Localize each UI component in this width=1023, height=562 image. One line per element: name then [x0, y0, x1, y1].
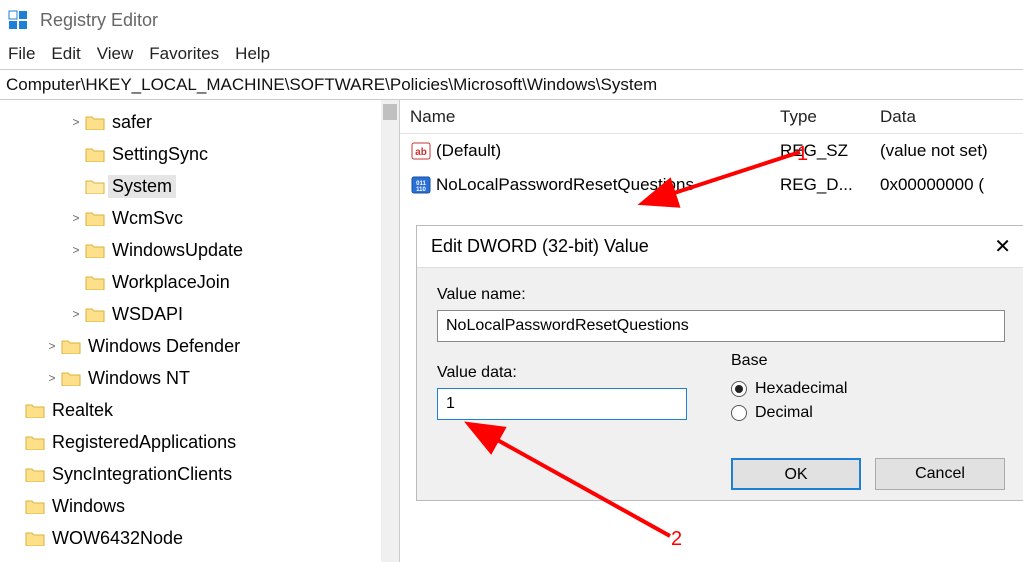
menu-file[interactable]: File — [8, 44, 35, 63]
tree-row[interactable]: > WindowsUpdate — [0, 234, 399, 266]
radio-hex-label: Hexadecimal — [755, 380, 847, 398]
base-legend: Base — [727, 352, 771, 370]
folder-icon — [24, 497, 46, 515]
app-title: Registry Editor — [40, 10, 158, 31]
tree-row[interactable]: > WSDAPI — [0, 298, 399, 330]
cancel-button[interactable]: Cancel — [875, 458, 1005, 490]
tree-row[interactable]: Windows — [0, 490, 399, 522]
folder-icon — [84, 177, 106, 195]
tree-label: WorkplaceJoin — [112, 272, 230, 293]
edit-dword-dialog: Edit DWORD (32-bit) Value ✕ Value name: … — [416, 225, 1023, 501]
tree-label: RegisteredApplications — [52, 432, 236, 453]
value-type: REG_D... — [770, 175, 870, 195]
dialog-title: Edit DWORD (32-bit) Value — [431, 236, 649, 257]
list-row[interactable]: 011 110 NoLocalPasswordResetQuestions REG… — [400, 168, 1023, 202]
value-name-label: Value name: — [437, 286, 1005, 304]
folder-icon — [84, 113, 106, 131]
menu-favorites[interactable]: Favorites — [149, 44, 219, 63]
tree-caret-icon[interactable]: > — [68, 307, 84, 321]
value-name: (Default) — [436, 141, 501, 161]
tree-row[interactable]: System — [0, 170, 399, 202]
menu-edit[interactable]: Edit — [51, 44, 80, 63]
col-data[interactable]: Data — [870, 100, 1023, 133]
tree-label: Windows NT — [88, 368, 190, 389]
radio-dec-circle — [731, 405, 747, 421]
tree-label: Realtek — [52, 400, 113, 421]
close-icon[interactable]: ✕ — [994, 234, 1011, 259]
tree-row[interactable]: > safer — [0, 106, 399, 138]
tree-scrollbar[interactable] — [381, 100, 399, 562]
list-row[interactable]: ab (Default) REG_SZ(value not set) — [400, 134, 1023, 168]
app-icon — [8, 10, 28, 30]
folder-icon — [24, 465, 46, 483]
col-type[interactable]: Type — [770, 100, 870, 133]
tree-label: System — [108, 175, 176, 198]
value-name: NoLocalPasswordResetQuestions — [436, 175, 694, 195]
tree-row[interactable]: > WcmSvc — [0, 202, 399, 234]
list-header: Name Type Data — [400, 100, 1023, 134]
folder-icon — [84, 209, 106, 227]
tree-label: Windows — [52, 496, 125, 517]
tree-row[interactable]: > Windows Defender — [0, 330, 399, 362]
value-name-field[interactable] — [437, 310, 1005, 342]
tree-row[interactable]: WorkplaceJoin — [0, 266, 399, 298]
folder-icon — [84, 145, 106, 163]
folder-icon — [24, 401, 46, 419]
radio-dec-label: Decimal — [755, 404, 813, 422]
menu-view[interactable]: View — [97, 44, 134, 63]
menu-bar: File Edit View Favorites Help — [0, 40, 1023, 70]
tree-caret-icon[interactable]: > — [68, 115, 84, 129]
folder-icon — [84, 305, 106, 323]
tree-row[interactable]: > Windows NT — [0, 362, 399, 394]
tree-row[interactable]: SettingSync — [0, 138, 399, 170]
tree-row[interactable]: WOW6432Node — [0, 522, 399, 554]
string-value-icon: ab — [410, 141, 432, 161]
tree-label: WcmSvc — [112, 208, 183, 229]
radio-dec[interactable]: Decimal — [731, 404, 991, 422]
folder-icon — [84, 273, 106, 291]
value-type: REG_SZ — [770, 141, 870, 161]
tree-label: Windows Defender — [88, 336, 240, 357]
base-group: Base Hexadecimal Decimal — [717, 364, 1005, 438]
tree-label: WOW6432Node — [52, 528, 183, 549]
tree-label: SyncIntegrationClients — [52, 464, 232, 485]
title-bar: Registry Editor — [0, 0, 1023, 40]
tree-row[interactable]: SyncIntegrationClients — [0, 458, 399, 490]
tree-panel[interactable]: > safer SettingSync System> WcmSvc> Wind… — [0, 100, 400, 562]
scroll-thumb[interactable] — [383, 104, 397, 120]
tree-label: WindowsUpdate — [112, 240, 243, 261]
svg-text:ab: ab — [415, 147, 427, 158]
dialog-body: Value name: Value data: Base Hexadecimal… — [417, 267, 1023, 500]
tree-caret-icon[interactable]: > — [68, 243, 84, 257]
tree-caret-icon[interactable]: > — [44, 371, 60, 385]
value-data-field[interactable] — [437, 388, 687, 420]
menu-help[interactable]: Help — [235, 44, 270, 63]
folder-icon — [84, 241, 106, 259]
tree-label: SettingSync — [112, 144, 208, 165]
folder-icon — [24, 529, 46, 547]
radio-hex[interactable]: Hexadecimal — [731, 380, 991, 398]
folder-icon — [60, 369, 82, 387]
tree-label: WSDAPI — [112, 304, 183, 325]
tree-row[interactable]: RegisteredApplications — [0, 426, 399, 458]
tree-caret-icon[interactable]: > — [68, 211, 84, 225]
tree-label: safer — [112, 112, 152, 133]
tree-caret-icon[interactable]: > — [44, 339, 60, 353]
tree-row[interactable]: Realtek — [0, 394, 399, 426]
folder-icon — [60, 337, 82, 355]
folder-icon — [24, 433, 46, 451]
value-data-label: Value data: — [437, 364, 687, 382]
binary-value-icon: 011 110 — [410, 175, 432, 195]
address-bar[interactable]: Computer\HKEY_LOCAL_MACHINE\SOFTWARE\Pol… — [0, 70, 1023, 100]
col-name[interactable]: Name — [400, 100, 770, 133]
value-data: (value not set) — [870, 141, 1023, 161]
svg-text:110: 110 — [416, 187, 426, 193]
dialog-titlebar: Edit DWORD (32-bit) Value ✕ — [417, 226, 1023, 267]
ok-button[interactable]: OK — [731, 458, 861, 490]
value-data: 0x00000000 ( — [870, 175, 1023, 195]
radio-hex-circle — [731, 381, 747, 397]
